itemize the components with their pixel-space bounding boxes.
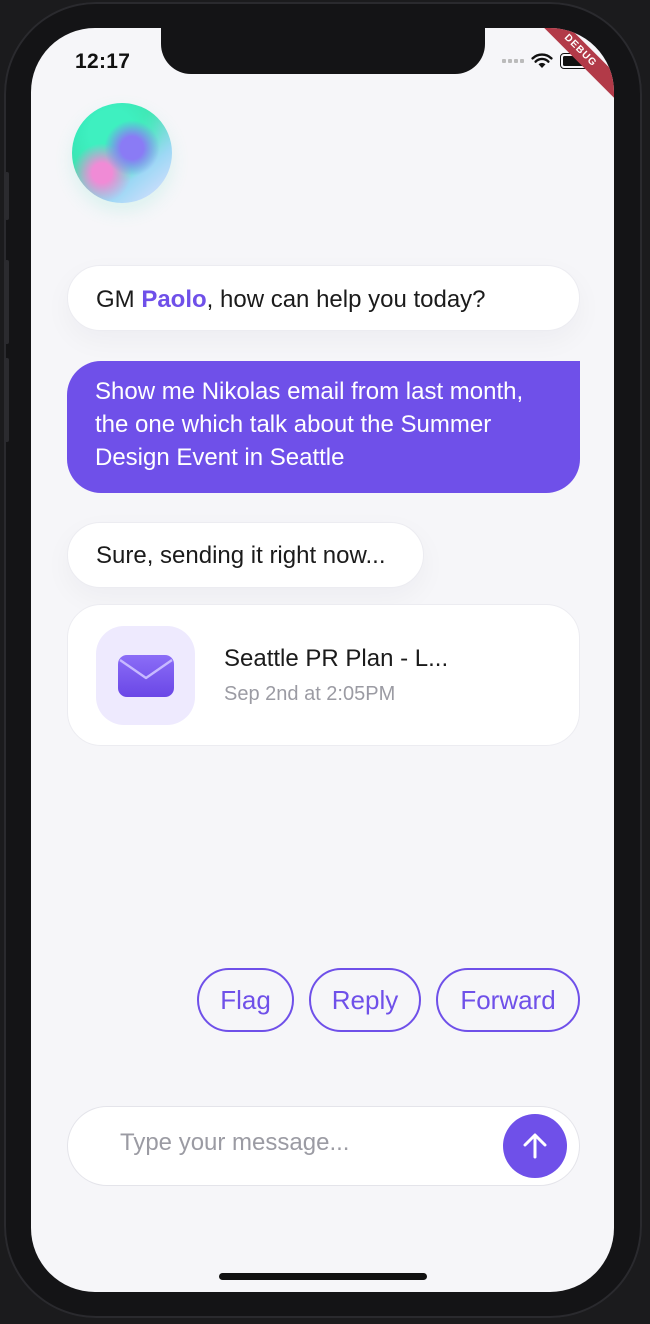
mute-switch: [4, 172, 9, 220]
email-attachment-card[interactable]: Seattle PR Plan - L... Sep 2nd at 2:05PM: [67, 604, 580, 746]
message-composer: [67, 1106, 580, 1186]
home-indicator: [219, 1273, 427, 1280]
user-name: Paolo: [141, 286, 207, 313]
email-title: Seattle PR Plan - L...: [224, 645, 449, 672]
forward-button[interactable]: Forward: [436, 968, 580, 1032]
wifi-icon: [531, 53, 553, 68]
reply-button[interactable]: Reply: [309, 968, 421, 1032]
email-timestamp: Sep 2nd at 2:05PM: [224, 683, 396, 705]
user-message-text: Show me Nikolas email from last month, t…: [95, 378, 524, 471]
assistant-greeting-bubble: GM Paolo, how can help you today?: [67, 265, 580, 331]
assistant-reply-text: Sure, sending it right now...: [96, 542, 386, 569]
assistant-reply-bubble: Sure, sending it right now...: [67, 522, 424, 588]
status-time: 12:17: [75, 50, 131, 73]
volume-up-button: [4, 260, 9, 344]
greeting-prefix: GM: [96, 286, 142, 313]
send-button[interactable]: [503, 1114, 567, 1178]
arrow-up-icon: [523, 1133, 547, 1159]
flag-button[interactable]: Flag: [197, 968, 294, 1032]
volume-down-button: [4, 358, 9, 442]
mail-icon: [117, 654, 174, 697]
assistant-avatar: [72, 103, 172, 203]
signal-icon: [502, 59, 524, 63]
phone-screen: 12:17 DEBUG GM Paolo, how can help you t…: [31, 28, 614, 1292]
message-input[interactable]: [120, 1129, 480, 1157]
notch: [161, 28, 485, 74]
user-message-bubble: Show me Nikolas email from last month, t…: [67, 361, 580, 493]
greeting-suffix: , how can help you today?: [206, 286, 486, 313]
mail-icon-container: [96, 626, 195, 725]
